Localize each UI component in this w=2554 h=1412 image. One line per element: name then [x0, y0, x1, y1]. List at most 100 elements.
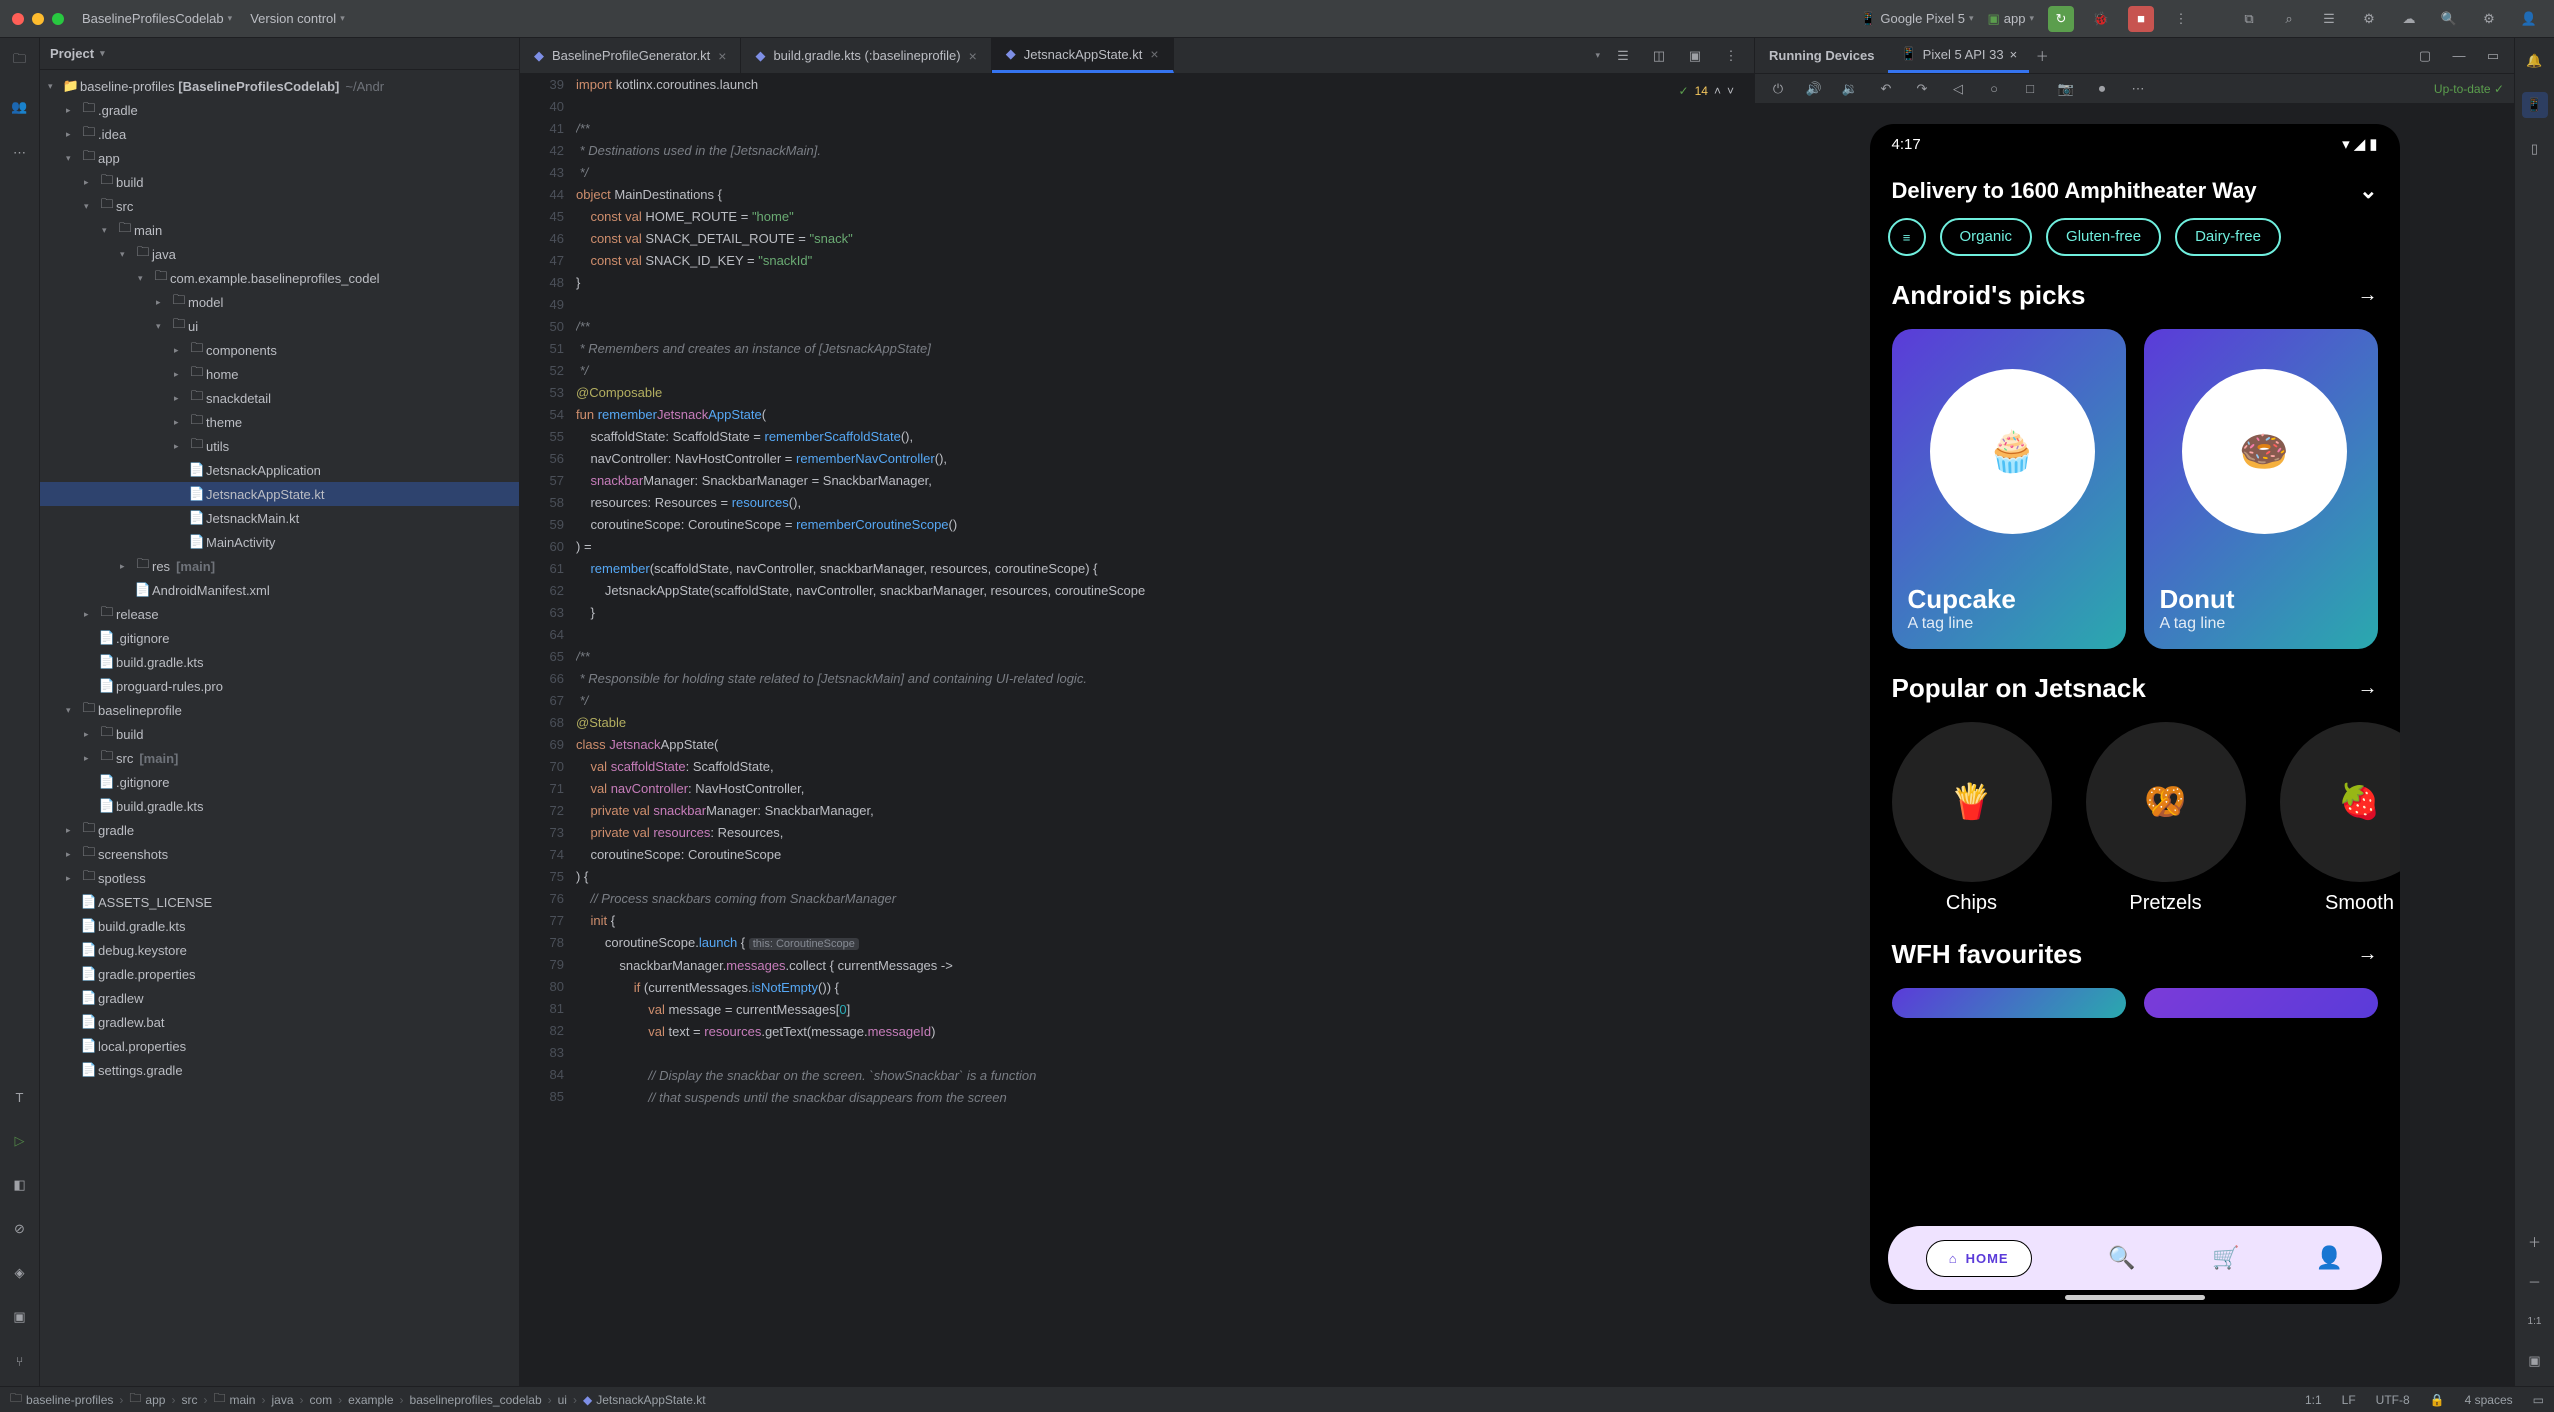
pick-card[interactable]: 🧁CupcakeA tag line — [1892, 329, 2126, 649]
breadcrumb-segment[interactable]: java — [271, 1393, 293, 1407]
inspection-widget[interactable]: ✓ 14 ˄ ˅ — [1679, 80, 1734, 102]
indent-setting[interactable]: 4 spaces — [2465, 1393, 2513, 1407]
code-line[interactable]: JetsnackAppState(scaffoldState, navContr… — [576, 580, 1754, 602]
volume-down-button[interactable]: 🔉 — [1837, 76, 1863, 102]
chevron-up-icon[interactable]: ˄ — [1714, 80, 1721, 102]
project-tool-button[interactable]: 🗀 — [7, 48, 33, 74]
breadcrumb-segment[interactable]: 🗀main — [213, 1389, 255, 1410]
line-separator[interactable]: LF — [2342, 1393, 2356, 1407]
code-line[interactable]: * Remembers and creates an instance of [… — [576, 338, 1754, 360]
tab-list-dropdown[interactable]: ▾ — [1595, 50, 1600, 61]
breadcrumb-segment[interactable]: 🗀baseline-profiles — [10, 1389, 113, 1410]
filter-chip[interactable]: Dairy-free — [2175, 218, 2281, 256]
settings-button[interactable]: ⚙ — [2476, 6, 2502, 32]
project-tree[interactable]: ▾📁baseline-profiles [BaselineProfilesCod… — [40, 70, 519, 1386]
sync-button[interactable]: ⚙ — [2356, 6, 2382, 32]
nav-profile[interactable]: 👤 — [2316, 1245, 2343, 1271]
device-tab[interactable]: 📱 Pixel 5 API 33 × — [1888, 38, 2029, 73]
editor-layout-list[interactable]: ☰ — [1610, 43, 1636, 69]
updates-button[interactable]: ☁ — [2396, 6, 2422, 32]
nav-cart[interactable]: 🛒 — [2212, 1245, 2239, 1271]
breadcrumb-segment[interactable]: ◆JetsnackAppState.kt — [583, 1393, 706, 1407]
tree-item-src[interactable]: ▾🗀src — [40, 194, 519, 218]
problems-tool-button[interactable]: ⊘ — [7, 1216, 33, 1242]
code-line[interactable]: coroutineScope: CoroutineScope — [576, 844, 1754, 866]
fit-button[interactable]: 1:1 — [2522, 1308, 2548, 1334]
nav-home[interactable]: ⌂ HOME — [1926, 1240, 2032, 1277]
code-line[interactable]: } — [576, 602, 1754, 624]
tree-item-app[interactable]: ▾🗀app — [40, 146, 519, 170]
code-line[interactable]: val navController: NavHostController, — [576, 778, 1754, 800]
tree-item-main[interactable]: ▾🗀main — [40, 218, 519, 242]
project-panel-header[interactable]: Project ▾ — [40, 38, 519, 70]
power-button[interactable]: ⏻ — [1765, 76, 1791, 102]
code-line[interactable]: snackbarManager: SnackbarManager = Snack… — [576, 470, 1754, 492]
zoom-out-button[interactable]: － — [2522, 1268, 2548, 1294]
float-button[interactable]: ▢ — [2412, 43, 2438, 69]
tree-item-gradle[interactable]: ▸🗀.gradle — [40, 98, 519, 122]
code-line[interactable]: /** — [576, 316, 1754, 338]
code-line[interactable]: const val SNACK_ID_KEY = "snackId" — [576, 250, 1754, 272]
file-encoding[interactable]: UTF-8 — [2376, 1393, 2410, 1407]
code-line[interactable]: navController: NavHostController = remem… — [576, 448, 1754, 470]
code-content[interactable]: import kotlinx.coroutines.launch /** * D… — [576, 74, 1754, 1386]
breadcrumb-segment[interactable]: com — [310, 1393, 333, 1407]
tree-item-snackdetail[interactable]: ▸🗀snackdetail — [40, 386, 519, 410]
memory-indicator[interactable]: ▭ — [2533, 1393, 2544, 1407]
close-icon[interactable]: × — [718, 48, 726, 64]
rotate-right-button[interactable]: ↷ — [1909, 76, 1935, 102]
code-line[interactable]: const val SNACK_DETAIL_ROUTE = "snack" — [576, 228, 1754, 250]
popular-item[interactable]: 🍟Chips — [1892, 722, 2052, 915]
tree-item-release[interactable]: ▸🗀release — [40, 602, 519, 626]
device-screen[interactable]: 4:17 ▾ ◢ ▮ Delivery to 1600 Amphitheater… — [1870, 124, 2400, 1304]
editor-tab[interactable]: ◆JetsnackAppState.kt× — [992, 38, 1174, 73]
project-dropdown[interactable]: BaselineProfilesCodelab ▾ — [82, 11, 232, 26]
close-icon[interactable]: × — [1150, 46, 1158, 62]
code-line[interactable]: } — [576, 272, 1754, 294]
wfh-card[interactable] — [2144, 988, 2378, 1018]
tree-item-manifest[interactable]: 📄AndroidManifest.xml — [40, 578, 519, 602]
tree-item-spotless[interactable]: ▸🗀spotless — [40, 866, 519, 890]
minimize-button[interactable]: — — [2446, 43, 2472, 69]
filter-menu-button[interactable]: ≡ — [1888, 218, 1926, 256]
emulator-button[interactable]: ▯ — [2522, 136, 2548, 162]
code-line[interactable]: /** — [576, 118, 1754, 140]
wfh-card[interactable] — [1892, 988, 2126, 1018]
text-tool-button[interactable]: T — [7, 1084, 33, 1110]
lock-icon[interactable]: 🔒 — [2430, 1393, 2445, 1407]
more-tools-button[interactable]: ⋯ — [7, 140, 33, 166]
record-button[interactable]: ⏺ — [2089, 76, 2115, 102]
editor-layout-preview[interactable]: ▣ — [1682, 43, 1708, 69]
code-line[interactable]: resources: Resources = resources(), — [576, 492, 1754, 514]
code-line[interactable]: if (currentMessages.isNotEmpty()) { — [576, 977, 1754, 999]
code-line[interactable]: ) = — [576, 536, 1754, 558]
code-line[interactable]: * Responsible for holding state related … — [576, 668, 1754, 690]
pick-card[interactable]: 🍩DonutA tag line — [2144, 329, 2378, 649]
breadcrumb-segment[interactable]: example — [348, 1393, 393, 1407]
tree-item-main_activity[interactable]: 📄MainActivity — [40, 530, 519, 554]
code-line[interactable]: scaffoldState: ScaffoldState = rememberS… — [576, 426, 1754, 448]
code-line[interactable]: private val resources: Resources, — [576, 822, 1754, 844]
rotate-left-button[interactable]: ↶ — [1873, 76, 1899, 102]
account-button[interactable]: 👤 — [2516, 6, 2542, 32]
close-icon[interactable]: × — [2010, 47, 2018, 62]
volume-up-button[interactable]: 🔊 — [1801, 76, 1827, 102]
breadcrumbs[interactable]: 🗀baseline-profiles›🗀app›src›🗀main›java›c… — [10, 1389, 706, 1410]
code-line[interactable]: coroutineScope.launch { this: CoroutineS… — [576, 932, 1754, 955]
tree-item-build2[interactable]: ▸🗀build — [40, 722, 519, 746]
code-line[interactable]: class JetsnackAppState( — [576, 734, 1754, 756]
tree-item-utils[interactable]: ▸🗀utils — [40, 434, 519, 458]
code-line[interactable]: */ — [576, 360, 1754, 382]
editor-tab[interactable]: ◆BaselineProfileGenerator.kt× — [520, 38, 741, 73]
notifications-button[interactable]: 🔔 — [2522, 48, 2548, 74]
code-line[interactable]: init { — [576, 910, 1754, 932]
nav-search[interactable]: 🔍 — [2108, 1245, 2135, 1271]
tree-item-res[interactable]: ▸🗀res [main] — [40, 554, 519, 578]
code-editor[interactable]: ✓ 14 ˄ ˅ 3940414243444546474849505152535… — [520, 74, 1754, 1386]
breadcrumb-segment[interactable]: baselineprofiles_codelab — [410, 1393, 542, 1407]
tree-item-baselineprofile[interactable]: ▾🗀baselineprofile — [40, 698, 519, 722]
home-button[interactable]: ○ — [1981, 76, 2007, 102]
profiler-tool-button[interactable]: ◈ — [7, 1260, 33, 1286]
search-everywhere-button[interactable]: ⌕ — [2276, 6, 2302, 32]
tree-item-theme[interactable]: ▸🗀theme — [40, 410, 519, 434]
